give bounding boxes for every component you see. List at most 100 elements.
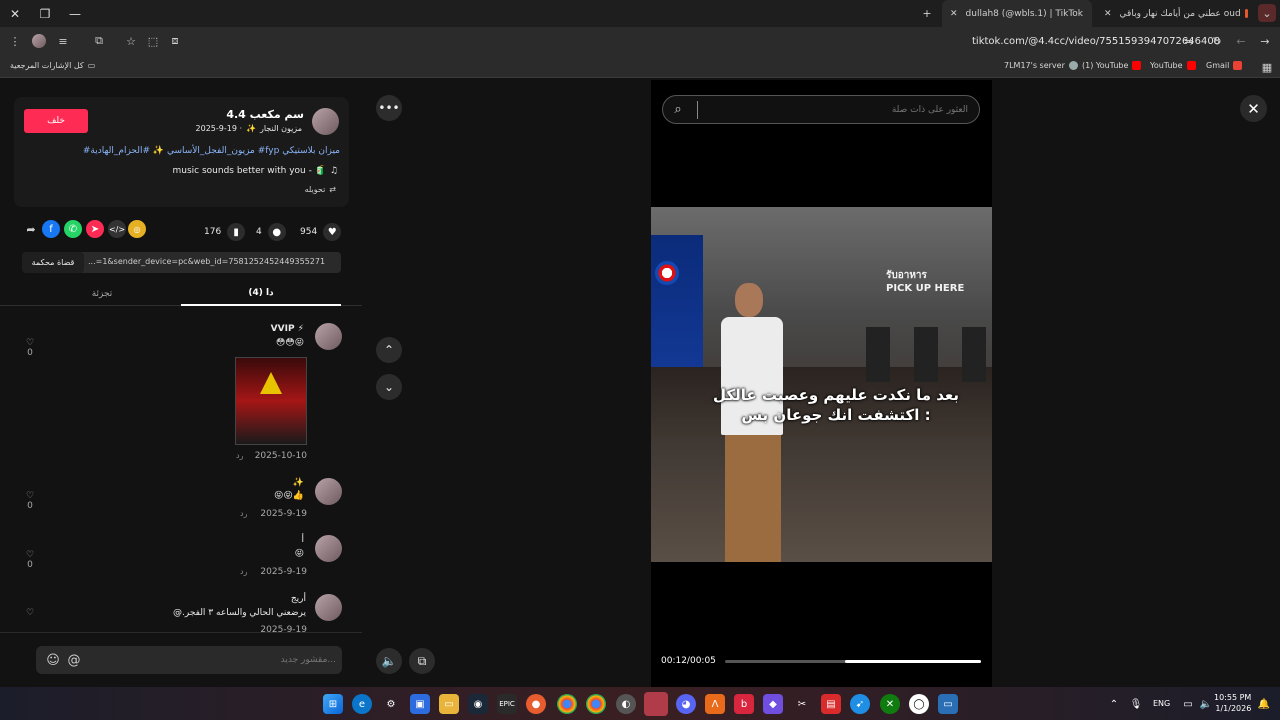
- tray-chevron-icon[interactable]: ⌃: [1104, 694, 1124, 714]
- active-app-icon[interactable]: [644, 692, 668, 716]
- apps-grid-icon[interactable]: ▦: [1258, 58, 1276, 76]
- coin-icon[interactable]: ◎: [128, 220, 146, 238]
- app-blue-icon[interactable]: ➹: [850, 694, 870, 714]
- speaker-icon[interactable]: 🔈: [1196, 694, 1216, 714]
- mention-icon[interactable]: @: [65, 651, 83, 669]
- comment-like[interactable]: ♡ 0: [22, 550, 38, 570]
- copy-link-button[interactable]: قضاة محكمة: [22, 252, 84, 273]
- music-row[interactable]: music sounds better with you - 🧃 ♫: [173, 166, 339, 176]
- app-monitor-icon[interactable]: ▭: [938, 694, 958, 714]
- reply-link[interactable]: رد: [240, 567, 247, 576]
- install-app-icon[interactable]: ⧈: [166, 32, 184, 50]
- menu-icon[interactable]: ⋮: [6, 32, 24, 50]
- translate-row[interactable]: تحويله ⇄: [305, 185, 336, 194]
- commenter-avatar[interactable]: [315, 594, 342, 621]
- volume-button[interactable]: 🔈: [376, 648, 402, 674]
- video-frame[interactable]: รับอาหาร PICK UP HERE بعد ما نكدت عليهم …: [651, 207, 992, 562]
- reply-link[interactable]: رد: [236, 451, 243, 460]
- site-settings-icon[interactable]: ⇋: [1180, 32, 1198, 50]
- previous-video-button[interactable]: ⌃: [376, 337, 402, 363]
- restore-window-icon[interactable]: ❐: [30, 0, 60, 27]
- whatsapp-icon[interactable]: ✆: [64, 220, 82, 238]
- chrome-profile-icon[interactable]: [586, 694, 606, 714]
- reload-icon[interactable]: ↻: [1208, 32, 1226, 50]
- app-red2-icon[interactable]: ▤: [821, 694, 841, 714]
- post-caption[interactable]: #مزيون_الفجل_الأساسي ✨ #الحزام_الهادية #…: [83, 146, 340, 156]
- next-video-button[interactable]: ⌄: [376, 374, 402, 400]
- emoji-icon[interactable]: ☺: [44, 651, 62, 669]
- notification-bell-icon[interactable]: 🔔: [1254, 694, 1274, 714]
- comment-like[interactable]: ♡ 0: [22, 338, 38, 358]
- commenter-avatar[interactable]: [315, 478, 342, 505]
- app-purple-icon[interactable]: ◆: [763, 694, 783, 714]
- tab-related[interactable]: تجزئة: [22, 282, 182, 306]
- share-icon[interactable]: ➦: [22, 220, 40, 238]
- media-icon[interactable]: ≡: [54, 32, 72, 50]
- send-icon[interactable]: ➤: [86, 220, 104, 238]
- video-link[interactable]: ...=1&sender_device=pc&web_id=7581252452…: [88, 257, 325, 266]
- chrome-icon[interactable]: [557, 694, 577, 714]
- author-name[interactable]: 4.4 سم مكعب: [226, 108, 304, 121]
- app-orange-icon[interactable]: Λ: [705, 694, 725, 714]
- file-explorer-icon[interactable]: ▭: [439, 694, 459, 714]
- minimize-window-icon[interactable]: —: [60, 0, 90, 27]
- app-red-icon[interactable]: b: [734, 694, 754, 714]
- mini-player-button[interactable]: ⧉: [409, 648, 435, 674]
- display-icon[interactable]: ▭: [1178, 694, 1198, 714]
- search-icon[interactable]: ⌕: [669, 100, 687, 118]
- store-icon[interactable]: ▣: [410, 694, 430, 714]
- xbox-icon[interactable]: ✕: [880, 694, 900, 714]
- all-bookmarks[interactable]: كل الإشارات المرجعية ▭: [10, 61, 95, 70]
- reply-link[interactable]: رد: [240, 509, 247, 518]
- back-icon[interactable]: →: [1256, 32, 1274, 50]
- extensions-icon[interactable]: ⧉: [90, 32, 108, 50]
- bookmark-youtube-2[interactable]: YouTube: [1150, 61, 1196, 70]
- bookmark-youtube-1[interactable]: (1) YouTube: [1082, 61, 1142, 70]
- app-white-icon[interactable]: ◯: [909, 694, 929, 714]
- app-icon[interactable]: ●: [526, 694, 546, 714]
- comment-sticker-image[interactable]: [235, 357, 307, 445]
- comment-author[interactable]: VVIP ⚡: [271, 324, 304, 334]
- facebook-icon[interactable]: f: [42, 220, 60, 238]
- more-options-button[interactable]: •••: [376, 95, 402, 121]
- save-action[interactable]: 176 ▮: [204, 223, 246, 241]
- comment-like[interactable]: ♡: [22, 608, 38, 618]
- tab-search-icon[interactable]: ⌄: [1258, 4, 1276, 22]
- close-video-button[interactable]: ✕: [1240, 95, 1267, 122]
- discord-icon[interactable]: ◕: [676, 694, 696, 714]
- windows-start-icon[interactable]: ⊞: [323, 694, 343, 714]
- commenter-avatar[interactable]: [315, 535, 342, 562]
- profile-icon[interactable]: [30, 32, 48, 50]
- language-indicator[interactable]: ENG: [1153, 699, 1170, 708]
- epic-games-icon[interactable]: EPIC: [497, 694, 517, 714]
- microphone-icon[interactable]: 🎙: [1126, 694, 1146, 714]
- like-action[interactable]: 954 ♥: [300, 223, 342, 241]
- bookmark-star-icon[interactable]: ☆: [122, 32, 140, 50]
- tab-tiktok[interactable]: ✕ dullah8 (@wbls.1) | TikTok: [942, 0, 1092, 27]
- bookmark-discord[interactable]: 7LM17's server: [1004, 61, 1078, 70]
- edge-icon[interactable]: e: [352, 694, 372, 714]
- bookmark-gmail[interactable]: Gmail: [1206, 61, 1243, 70]
- comment-author[interactable]: أ: [301, 535, 304, 545]
- comment-input[interactable]: [86, 650, 336, 670]
- settings-icon[interactable]: ⚙: [381, 694, 401, 714]
- tab-oud[interactable]: ✕ عطني من أيامك نهار وباقي oud: [1096, 0, 1256, 27]
- close-tab-icon[interactable]: ✕: [950, 9, 958, 19]
- close-window-icon[interactable]: ✕: [0, 0, 30, 27]
- related-search-input[interactable]: [697, 101, 972, 119]
- comment-author[interactable]: ✨: [293, 478, 304, 488]
- author-avatar[interactable]: [312, 108, 339, 135]
- video-progress-bar[interactable]: [725, 660, 981, 663]
- screenshot-icon[interactable]: ⬚: [144, 32, 162, 50]
- embed-icon[interactable]: </>: [108, 220, 126, 238]
- follow-button[interactable]: خلف: [24, 109, 88, 133]
- comment-like[interactable]: ♡ 0: [22, 491, 38, 511]
- capcut-icon[interactable]: ✂: [792, 694, 812, 714]
- new-tab-icon[interactable]: +: [918, 4, 936, 22]
- obs-icon[interactable]: ◐: [616, 694, 636, 714]
- commenter-avatar[interactable]: [315, 323, 342, 350]
- steam-icon[interactable]: ◉: [468, 694, 488, 714]
- clock[interactable]: 10:55 PM 1/1/2026: [1214, 692, 1251, 714]
- comment-author[interactable]: أريج: [291, 594, 306, 604]
- forward-icon[interactable]: ←: [1232, 32, 1250, 50]
